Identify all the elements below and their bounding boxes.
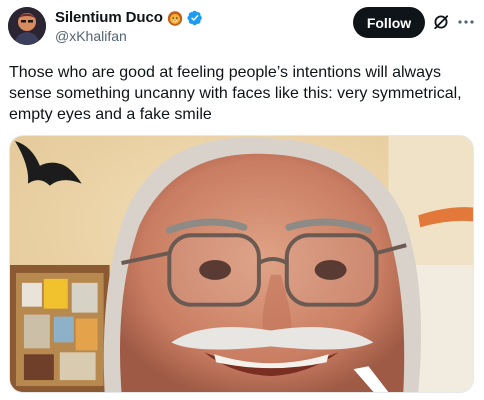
- lion-face-emoji-icon: [167, 10, 183, 26]
- author-handle[interactable]: @xKhalifan: [55, 28, 127, 44]
- author-display-name[interactable]: Silentium Duco: [55, 9, 163, 26]
- author-avatar[interactable]: [8, 7, 46, 45]
- follow-button[interactable]: Follow: [353, 7, 425, 38]
- tweet-text: Those who are good at feeling people’s i…: [9, 64, 462, 123]
- avatar-image: [8, 7, 46, 45]
- verified-badge-icon: [187, 10, 203, 26]
- more-horizontal-icon[interactable]: [456, 12, 476, 32]
- smiling-face-photo: [10, 136, 473, 392]
- grok-icon[interactable]: [432, 13, 450, 31]
- tweet-photo[interactable]: [9, 135, 474, 393]
- author-name-row: Silentium Duco: [55, 9, 203, 26]
